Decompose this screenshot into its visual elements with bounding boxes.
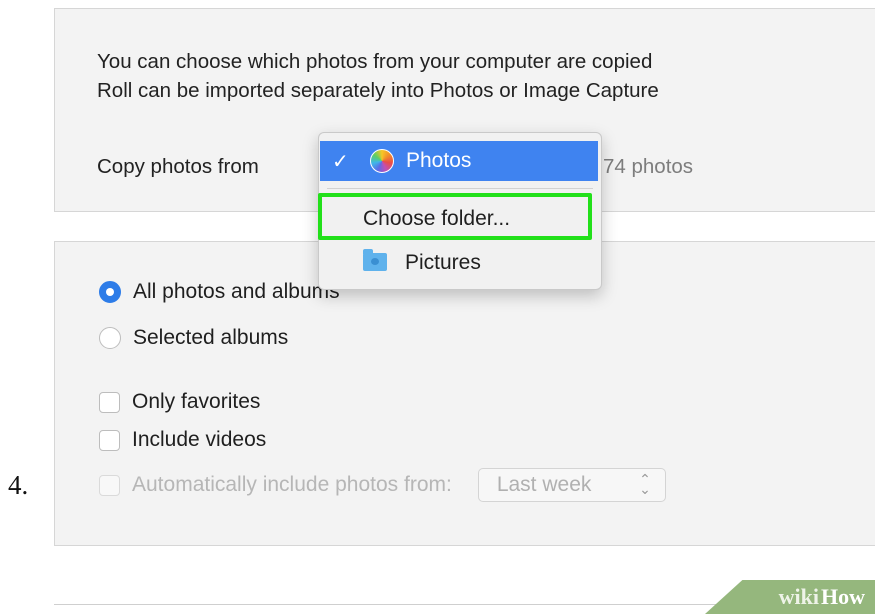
only-favorites-checkbox[interactable] [99, 391, 120, 413]
selected-albums-radio-row[interactable]: Selected albums [99, 326, 288, 350]
menu-separator [327, 188, 593, 189]
wikihow-logo-how: How [821, 584, 865, 609]
choose-folder-highlight [318, 193, 592, 240]
all-photos-label: All photos and albums [133, 280, 340, 303]
selected-albums-label: Selected albums [133, 326, 289, 349]
menu-item-photos-label: Photos [406, 149, 472, 172]
copy-photos-from-label: Copy photos from [97, 155, 259, 178]
checkmark-icon: ✓ [332, 150, 349, 173]
only-favorites-label: Only favorites [132, 390, 261, 413]
wikihow-logo: wiki How [705, 580, 875, 614]
include-videos-label: Include videos [132, 428, 267, 451]
include-videos-row[interactable]: Include videos [99, 428, 266, 452]
selected-albums-radio[interactable] [99, 327, 121, 349]
photo-count: 74 photos [603, 155, 694, 178]
photos-app-icon [370, 149, 394, 173]
wikihow-logo-wiki: wiki [778, 584, 819, 609]
auto-include-period-value: Last week [496, 473, 592, 496]
description-line-2: Roll can be imported separately into Pho… [97, 79, 659, 102]
menu-item-pictures-label: Pictures [405, 251, 481, 274]
description-text: You can choose which photos from your co… [97, 47, 659, 105]
auto-include-label: Automatically include photos from: [132, 473, 452, 496]
all-photos-radio[interactable] [99, 281, 121, 303]
up-down-chevron-icon: ⌃ ⌄ [639, 471, 651, 497]
all-photos-radio-row[interactable]: All photos and albums [99, 280, 340, 304]
include-videos-checkbox[interactable] [99, 429, 120, 451]
menu-item-photos[interactable]: ✓ Photos [320, 141, 598, 181]
step-number: 4. [8, 470, 29, 500]
menu-item-pictures[interactable]: Pictures [319, 245, 601, 281]
only-favorites-row[interactable]: Only favorites [99, 390, 260, 414]
pictures-folder-icon [363, 249, 387, 271]
auto-include-row: Automatically include photos from: Last … [99, 468, 666, 502]
description-line-1: You can choose which photos from your co… [97, 50, 653, 73]
auto-include-period-select: Last week ⌃ ⌄ [477, 468, 666, 502]
auto-include-checkbox [99, 474, 120, 496]
